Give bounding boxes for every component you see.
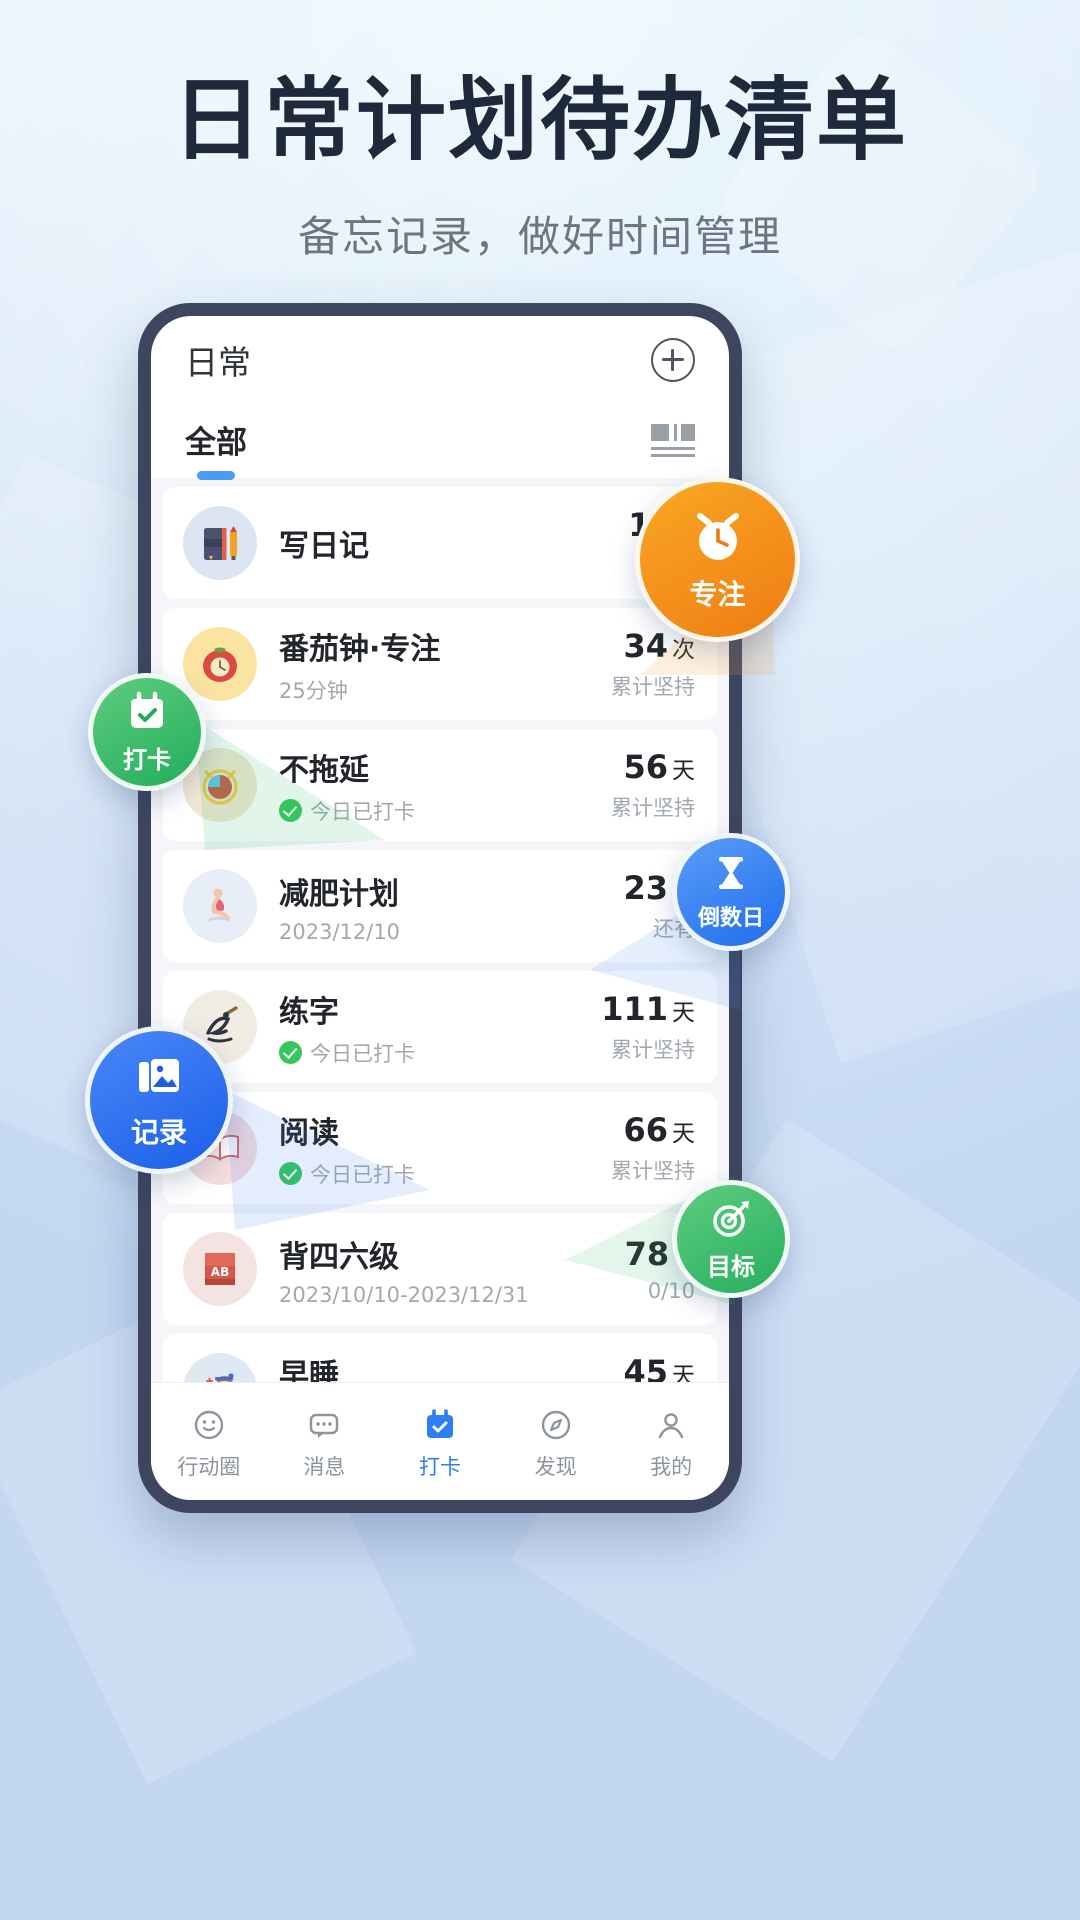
nav-item-messages[interactable]: 消息 (267, 1402, 383, 1481)
nav-item-discover[interactable]: 发现 (498, 1402, 614, 1481)
feature-badge-focus[interactable]: 专注 (635, 477, 800, 642)
habit-value-unit: 天 (672, 1363, 695, 1382)
page-subtitle: 备忘记录，做好时间管理 (297, 211, 782, 261)
notebook-pencil-icon (183, 506, 257, 580)
habit-row-text: 写日记 (279, 521, 618, 565)
habit-subtitle-label: 2023/12/10 (279, 919, 401, 944)
nav-item-label: 我的 (650, 1455, 693, 1479)
smiley-circle-icon (151, 1402, 267, 1448)
feature-badge-goal[interactable]: 目标 (672, 1180, 790, 1298)
habit-value: 56 天 (611, 748, 695, 786)
habit-name: 番茄钟·专注 (279, 631, 441, 667)
compass-icon (498, 1402, 614, 1448)
habit-value-number: 66 (623, 1111, 668, 1149)
person-icon (613, 1402, 729, 1448)
sleeping-moon-icon (183, 1353, 257, 1382)
nav-item-label: 行动圈 (177, 1455, 241, 1479)
habit-value: 45 天 (611, 1353, 695, 1382)
dart-target-icon (709, 1197, 753, 1241)
layout-grid-icon[interactable] (651, 424, 695, 458)
alarm-clock-icon (688, 507, 748, 567)
hero-section: 日常计划待办清单 备忘记录，做好时间管理 (0, 0, 1080, 264)
tab-active-indicator (197, 470, 235, 480)
tab-bar: 全部 (151, 404, 729, 480)
habit-stats: 45天累计坚持 (601, 1353, 695, 1382)
feature-badge-record[interactable]: 记录 (85, 1026, 233, 1174)
habit-stats: 56 天累计坚持 (601, 748, 695, 822)
badge-beam (225, 1090, 430, 1230)
app-header: 日常 (151, 316, 729, 404)
habit-row-text: 练字今日已打卡 (279, 987, 591, 1068)
nav-item-mine[interactable]: 我的 (613, 1402, 729, 1481)
bottom-navigation[interactable]: 行动圈 消息 打卡 发现 我的 (151, 1382, 729, 1500)
nav-item-label: 消息 (303, 1455, 346, 1479)
feature-badge-label: 倒数日 (697, 906, 764, 931)
habit-subtitle-label: 2023/10/10-2023/12/31 (279, 1282, 529, 1307)
feature-badge-label: 专注 (689, 577, 746, 611)
yoga-pose-icon (183, 869, 257, 943)
nav-item-action[interactable]: 行动圈 (151, 1402, 267, 1481)
nav-item-checkin[interactable]: 打卡 (382, 1402, 498, 1481)
check-circle-icon (279, 1041, 302, 1064)
feature-badge-label: 记录 (130, 1116, 187, 1149)
habit-value-unit: 天 (672, 1121, 695, 1147)
badge-beam (195, 720, 385, 850)
habit-name: 练字 (279, 994, 339, 1030)
calendar-check-icon (125, 690, 169, 734)
habit-subtitle: 今日已打卡 (279, 1038, 591, 1068)
habit-row[interactable]: 早睡今日已打卡45天累计坚持 (163, 1334, 717, 1382)
nav-item-label: 打卡 (418, 1455, 461, 1479)
photo-note-icon (131, 1049, 187, 1105)
habit-value-number: 45 (623, 1353, 668, 1382)
habit-value-caption: 累计坚持 (611, 1038, 695, 1062)
feature-badge-label: 打卡 (123, 745, 171, 774)
habit-name: 写日记 (279, 529, 369, 564)
app-header-title: 日常 (185, 343, 251, 382)
page-title: 日常计划待办清单 (172, 68, 908, 173)
calendar-check-icon (382, 1402, 498, 1448)
tomato-timer-icon (183, 627, 257, 701)
chat-bubble-icon (267, 1402, 383, 1448)
feature-badge-countdown[interactable]: 倒数日 (672, 833, 790, 951)
habit-value-number: 56 (623, 748, 668, 786)
feature-badge-label: 目标 (707, 1252, 755, 1281)
hourglass-icon (710, 852, 752, 894)
nav-item-label: 发现 (534, 1455, 577, 1479)
tab-all-label: 全部 (185, 424, 247, 461)
plus-circle-icon[interactable] (651, 338, 695, 382)
tab-all[interactable]: 全部 (185, 417, 247, 480)
habit-row-text: 番茄钟·专注 25分钟 (279, 624, 601, 705)
habit-row-text: 早睡今日已打卡 (279, 1350, 601, 1383)
habit-subtitle-label: 今日已打卡 (310, 1041, 415, 1066)
habit-value-unit: 天 (672, 758, 695, 784)
habit-value: 66 天 (611, 1111, 695, 1149)
habit-name: 早睡 (279, 1357, 339, 1383)
svg-text:AB: AB (211, 1265, 229, 1279)
feature-badge-checkin[interactable]: 打卡 (88, 673, 206, 791)
habit-value-caption: 累计坚持 (611, 796, 695, 820)
